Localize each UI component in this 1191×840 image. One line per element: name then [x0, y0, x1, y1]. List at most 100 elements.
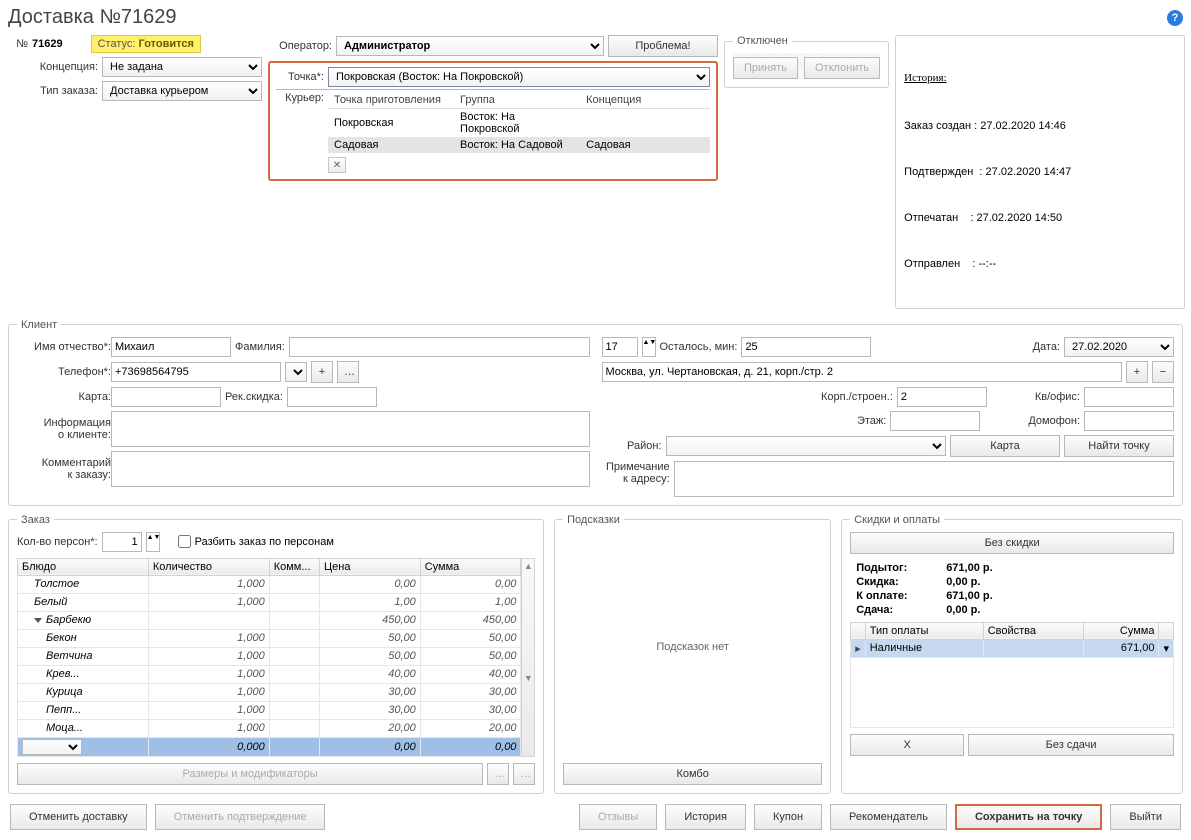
intercom-input[interactable] [1084, 411, 1174, 431]
order-type-label: Тип заказа: [8, 85, 98, 97]
phone-more-button[interactable]: … [337, 361, 359, 383]
order-items-table[interactable]: Блюдо Количество Комм... Цена Сумма Толс… [17, 558, 521, 757]
remaining-input[interactable] [741, 337, 871, 357]
spinner-icon[interactable]: ▲▼ [146, 532, 160, 552]
order-selected-row[interactable]: 0,000 0,00 0,00 [18, 737, 521, 756]
status-badge: Статус: Готовится [91, 35, 201, 53]
point-option-row[interactable]: ПокровскаяВосток: На Покровской [328, 109, 710, 138]
history-box: История: Заказ создан : 27.02.2020 14:46… [895, 35, 1185, 309]
concept-select[interactable]: Не задана [102, 57, 262, 77]
address-input[interactable] [602, 362, 1123, 382]
order-comment-textarea[interactable] [111, 451, 590, 487]
order-item-row[interactable]: Ветчина1,00050,0050,00 [18, 647, 521, 665]
order-item-row[interactable]: Моца...1,00020,0020,00 [18, 719, 521, 737]
name-label: Имя отчество*: [17, 341, 111, 353]
find-point-button[interactable]: Найти точку [1064, 435, 1174, 457]
floor-label: Этаж: [857, 415, 886, 427]
order-item-row[interactable]: Толстое1,0000,000,00 [18, 575, 521, 593]
phone-label: Телефон*: [17, 366, 111, 378]
coupon-button[interactable]: Купон [754, 804, 822, 830]
history-button[interactable]: История [665, 804, 746, 830]
point-dropdown-popup: Точка*: Покровская (Восток: На Покровско… [268, 61, 718, 181]
korp-input[interactable] [897, 387, 987, 407]
flat-label: Кв/офис: [1035, 391, 1080, 403]
new-item-select[interactable] [22, 739, 82, 755]
rec-discount-input[interactable] [287, 387, 377, 407]
delete-payment-button[interactable]: X [850, 734, 964, 756]
persons-label: Кол-во персон*: [17, 536, 98, 548]
floor-input[interactable] [890, 411, 980, 431]
rec-discount-label: Рек.скидка: [225, 391, 283, 403]
map-button[interactable]: Карта [950, 435, 1060, 457]
close-popup-icon[interactable]: ✕ [328, 157, 346, 173]
cancel-delivery-button[interactable]: Отменить доставку [10, 804, 147, 830]
order-number-label: № [8, 38, 28, 50]
order-fieldset: Заказ Кол-во персон*: ▲▼ Разбить заказ п… [8, 514, 544, 794]
client-fieldset: Клиент Имя отчество*: Фамилия: Телефон*:… [8, 319, 1183, 506]
discounts-fieldset: Скидки и оплаты Без скидки Подытог:671,0… [841, 514, 1183, 794]
date-label: Дата: [1033, 341, 1060, 353]
intercom-label: Домофон: [1028, 415, 1080, 427]
order-number: 71629 [32, 38, 63, 50]
phone-extra-select[interactable] [285, 362, 307, 382]
persons-input[interactable] [102, 532, 142, 552]
date-select[interactable]: 27.02.2020 [1064, 337, 1174, 357]
duration-input[interactable] [602, 337, 638, 357]
name-input[interactable] [111, 337, 231, 357]
combo-button[interactable]: Комбо [563, 763, 822, 785]
help-icon[interactable]: ? [1167, 10, 1183, 26]
exit-button[interactable]: Выйти [1110, 804, 1181, 830]
no-discount-button[interactable]: Без скидки [850, 532, 1174, 554]
order-item-row[interactable]: Крев...1,00040,0040,00 [18, 665, 521, 683]
order-item-row[interactable]: Барбекю450,00450,00 [18, 611, 521, 629]
no-change-button[interactable]: Без сдачи [968, 734, 1174, 756]
phone-add-button[interactable]: + [311, 361, 333, 383]
flat-input[interactable] [1084, 387, 1174, 407]
accept-button: Принять [733, 57, 798, 79]
order-item-row[interactable]: Курица1,00030,0030,00 [18, 683, 521, 701]
sizes-mods-button: Размеры и модификаторы [17, 763, 483, 785]
recommender-button[interactable]: Рекомендатель [830, 804, 947, 830]
address-add-button[interactable]: + [1126, 361, 1148, 383]
district-select[interactable] [666, 436, 947, 456]
payment-row[interactable]: ▸Наличные671,00▾ [851, 639, 1174, 657]
chevron-down-icon[interactable]: ▾ [1159, 639, 1174, 657]
problem-button[interactable]: Проблема! [608, 35, 718, 57]
operator-label: Оператор: [268, 40, 332, 52]
concept-label: Концепция: [8, 61, 98, 73]
card-input[interactable] [111, 387, 221, 407]
card-label: Карта: [17, 391, 111, 403]
cancel-confirm-button: Отменить подтверждение [155, 804, 326, 830]
comment-label: Комментарийк заказу: [17, 457, 111, 481]
reject-button: Отклонить [804, 57, 880, 79]
addr-note-label: Примечаниек адресу: [602, 461, 670, 485]
spinner-icon[interactable]: ▲▼ [642, 337, 656, 357]
order-item-row[interactable]: Пепп...1,00030,0030,00 [18, 701, 521, 719]
surname-label: Фамилия: [235, 341, 285, 353]
order-item-row[interactable]: Бекон1,00050,0050,00 [18, 629, 521, 647]
point-option-row[interactable]: СадоваяВосток: На СадовойСадовая [328, 137, 710, 153]
hints-fieldset: Подсказки Подсказок нет Комбо [554, 514, 831, 794]
reviews-button: Отзывы [579, 804, 657, 830]
point-label: Точка*: [276, 71, 324, 83]
order-item-row[interactable]: Белый1,0001,001,00 [18, 593, 521, 611]
client-info-textarea[interactable] [111, 411, 590, 447]
courier-label: Курьер: [276, 92, 324, 104]
save-to-point-button[interactable]: Сохранить на точку [955, 804, 1102, 830]
point-options-table[interactable]: Точка приготовления Группа Концепция Пок… [328, 92, 710, 153]
operator-select[interactable]: Администратор [336, 36, 604, 56]
phone-input[interactable] [111, 362, 281, 382]
point-select[interactable]: Покровская (Восток: На Покровской) [328, 67, 710, 87]
korp-label: Корп./строен.: [821, 391, 893, 403]
district-label: Район: [602, 440, 662, 452]
address-note-textarea[interactable] [674, 461, 1174, 497]
address-remove-button[interactable]: − [1152, 361, 1174, 383]
order-type-select[interactable]: Доставка курьером [102, 81, 262, 101]
disabled-fieldset: Отключен Принять Отклонить [724, 35, 889, 88]
mod-down-button: … [513, 763, 535, 785]
payments-table[interactable]: Тип оплатыСвойстваСумма ▸Наличные671,00▾ [850, 622, 1174, 728]
scrollbar[interactable]: ▲▼ [521, 558, 535, 757]
info-label: Информацияо клиенте: [17, 417, 111, 441]
split-checkbox[interactable]: Разбить заказ по персонам [178, 535, 334, 548]
surname-input[interactable] [289, 337, 590, 357]
